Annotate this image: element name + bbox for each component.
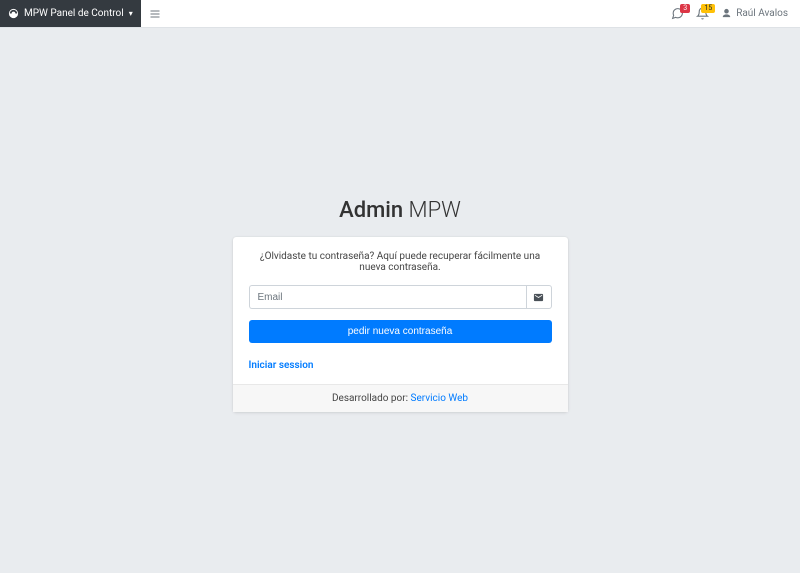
user-icon [721,8,732,19]
app-title: Admin MPW [339,198,461,223]
user-name: Raúl Avalos [736,8,788,19]
login-link[interactable]: Iniciar session [249,360,314,371]
user-menu-button[interactable]: Raúl Avalos [721,8,788,19]
app-title-bold: Admin [339,198,403,223]
forgot-password-card: ¿Olvidaste tu contraseña? Aquí puede rec… [233,237,568,412]
alert-badge: 15 [701,4,715,13]
request-password-button[interactable]: pedir nueva contraseña [249,320,552,343]
envelope-icon [526,285,552,309]
dashboard-icon [8,8,19,19]
menu-toggle-button[interactable] [141,0,169,27]
alert-notifications-button[interactable]: 15 [696,7,709,20]
chat-badge: 3 [680,4,690,13]
topbar: MPW Panel de Control ▾ 3 15 Raúl Avalos [0,0,800,28]
card-body: ¿Olvidaste tu contraseña? Aquí puede rec… [233,237,568,384]
card-footer: Desarrollado por: Servicio Web [233,384,568,412]
chevron-down-icon: ▾ [129,9,133,18]
brand-label: MPW Panel de Control [24,8,124,19]
footer-link[interactable]: Servicio Web [411,393,468,404]
card-message: ¿Olvidaste tu contraseña? Aquí puede rec… [249,251,552,273]
chat-notifications-button[interactable]: 3 [671,7,684,20]
topbar-left: MPW Panel de Control ▾ [0,0,169,27]
footer-prefix: Desarrollado por: [332,393,411,404]
email-field[interactable] [249,285,526,309]
brand-toggle[interactable]: MPW Panel de Control ▾ [0,0,141,27]
email-input-group [249,285,552,309]
app-title-light: MPW [409,198,461,223]
topbar-right: 3 15 Raúl Avalos [671,0,800,27]
main-content: Admin MPW ¿Olvidaste tu contraseña? Aquí… [0,28,800,412]
